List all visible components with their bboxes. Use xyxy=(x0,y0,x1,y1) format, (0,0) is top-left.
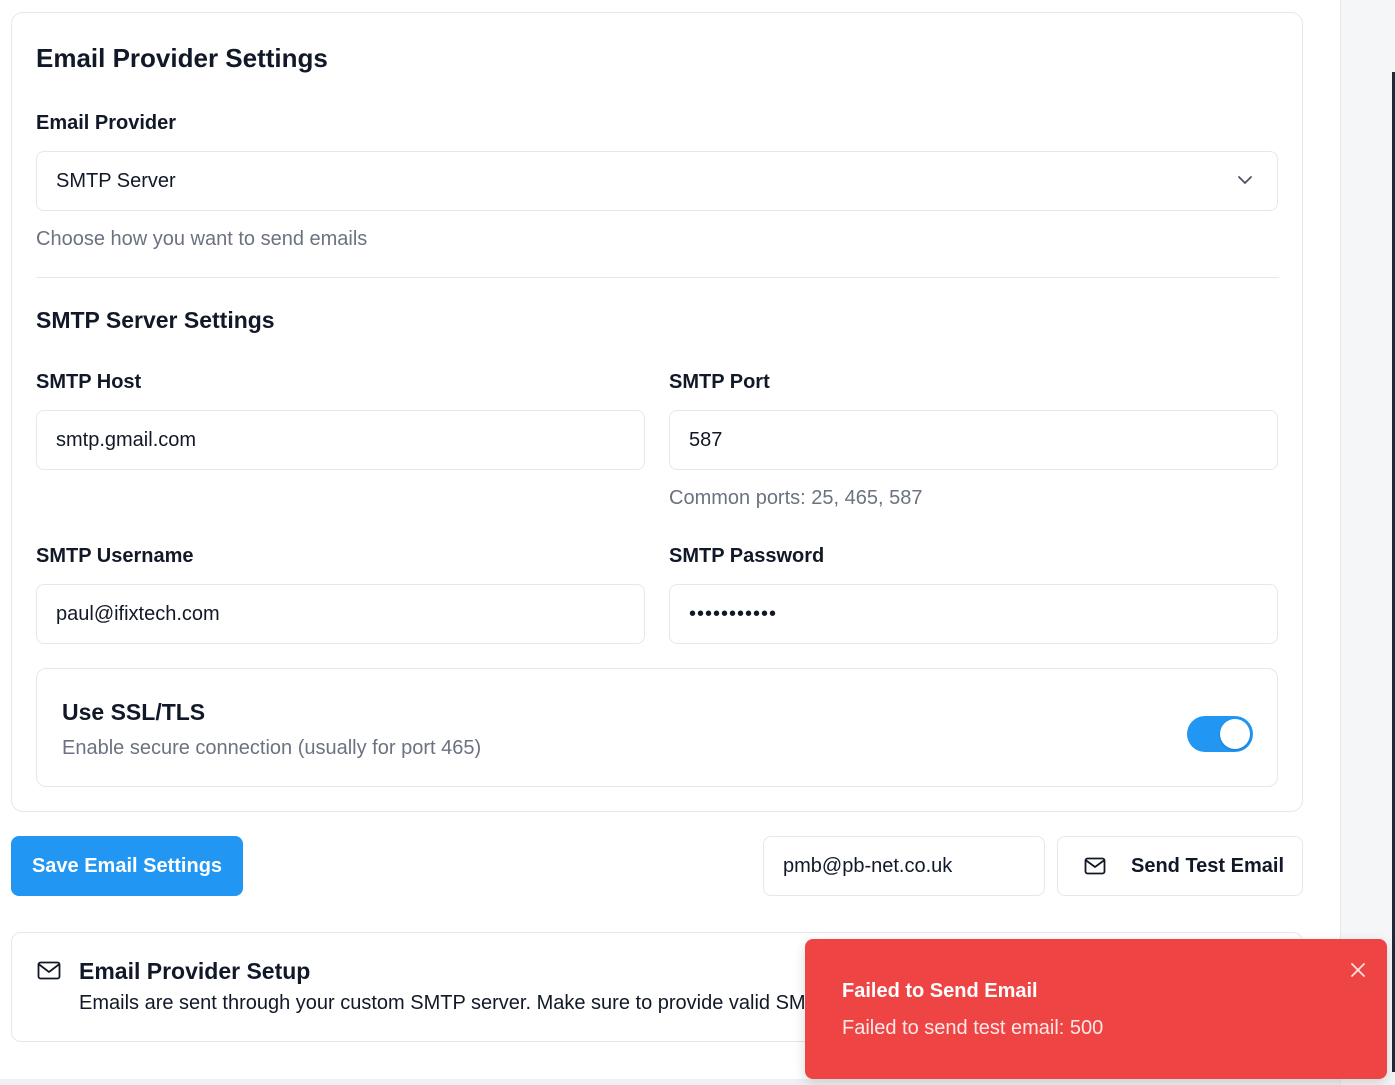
ssl-toggle[interactable] xyxy=(1187,716,1253,752)
email-provider-value: SMTP Server xyxy=(56,169,176,192)
main-content: Email Provider Settings Email Provider S… xyxy=(0,0,1340,1085)
smtp-port-hint: Common ports: 25, 465, 587 xyxy=(669,487,923,509)
smtp-section-title: SMTP Server Settings xyxy=(36,307,275,333)
test-email-value: pmb@pb-net.co.uk xyxy=(783,854,953,877)
smtp-host-input[interactable]: smtp.gmail.com xyxy=(36,410,645,470)
smtp-port-value: 587 xyxy=(689,428,723,451)
smtp-host-label: SMTP Host xyxy=(36,371,142,393)
smtp-password-label: SMTP Password xyxy=(669,545,825,567)
smtp-port-input[interactable]: 587 xyxy=(669,410,1278,470)
email-provider-label: Email Provider xyxy=(36,112,177,134)
send-test-email-label: Send Test Email xyxy=(1131,855,1285,877)
smtp-username-value: paul@ifixtech.com xyxy=(56,602,220,625)
divider xyxy=(36,277,1279,278)
toast-message: Failed to send test email: 500 xyxy=(842,1017,1104,1039)
mail-icon xyxy=(37,961,61,980)
error-toast: Failed to Send Email Failed to send test… xyxy=(805,939,1387,1079)
email-provider-hint: Choose how you want to send emails xyxy=(36,228,368,250)
info-title: Email Provider Setup xyxy=(79,958,311,984)
smtp-username-input[interactable]: paul@ifixtech.com xyxy=(36,584,645,644)
ssl-setting-box: Use SSL/TLS Enable secure connection (us… xyxy=(36,668,1278,787)
smtp-password-value: ••••••••••• xyxy=(689,602,778,625)
page-title: Email Provider Settings xyxy=(36,43,328,73)
smtp-port-label: SMTP Port xyxy=(669,371,770,393)
test-email-input[interactable]: pmb@pb-net.co.uk xyxy=(763,836,1045,896)
toggle-knob xyxy=(1220,719,1250,749)
ssl-title: Use SSL/TLS xyxy=(62,699,206,725)
ssl-description: Enable secure connection (usually for po… xyxy=(62,737,482,759)
right-panel-edge xyxy=(1340,0,1395,1085)
smtp-host-value: smtp.gmail.com xyxy=(56,428,197,451)
smtp-password-input[interactable]: ••••••••••• xyxy=(669,584,1278,644)
send-test-email-button[interactable]: Send Test Email xyxy=(1057,836,1303,896)
smtp-username-label: SMTP Username xyxy=(36,545,194,567)
email-provider-select[interactable]: SMTP Server xyxy=(36,151,1278,211)
mail-icon xyxy=(1084,857,1106,875)
chevron-down-icon xyxy=(1238,176,1252,184)
bottom-border xyxy=(0,1079,1340,1085)
close-icon[interactable] xyxy=(1349,961,1367,979)
save-email-settings-button[interactable]: Save Email Settings xyxy=(11,836,243,896)
toast-title: Failed to Send Email xyxy=(842,980,1038,1002)
